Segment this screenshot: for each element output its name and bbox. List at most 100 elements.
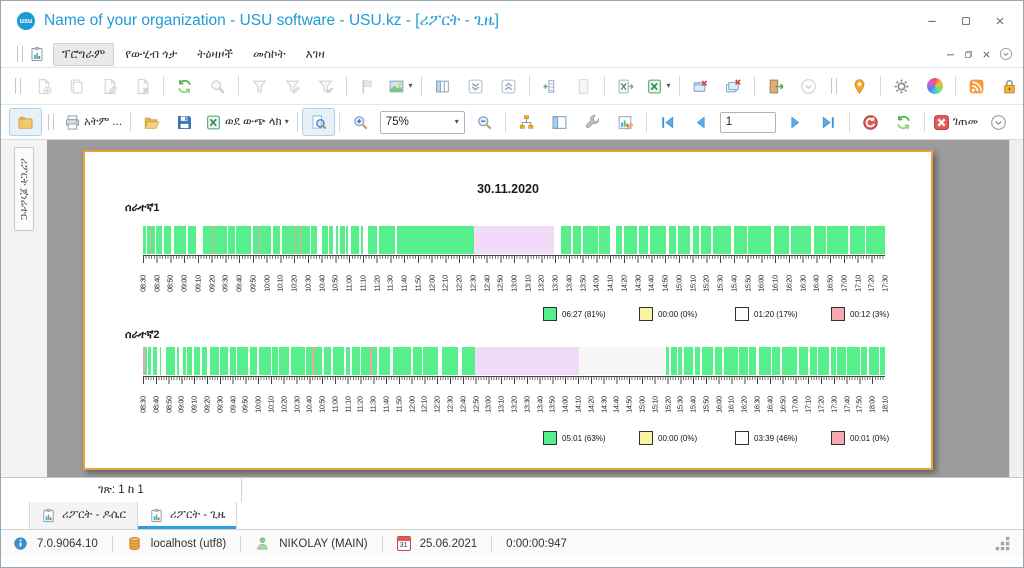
exit-button[interactable] bbox=[759, 72, 792, 100]
open-report-button[interactable] bbox=[135, 108, 168, 136]
print-button[interactable]: አትም ... bbox=[60, 108, 126, 136]
zoom-in-button[interactable] bbox=[344, 108, 377, 136]
menu-item-2[interactable]: ትዕዛዞች bbox=[188, 43, 242, 66]
left-panel-rail: ሪፖርት ጀነሬተር bbox=[1, 140, 47, 477]
report-icon bbox=[29, 46, 45, 62]
document-tab-0[interactable]: ሪፖርት - ዶሴር bbox=[29, 502, 138, 529]
settings-button[interactable] bbox=[885, 72, 918, 100]
first-page-button[interactable] bbox=[651, 108, 684, 136]
stop-icon bbox=[862, 114, 879, 131]
side-panel-tab[interactable]: ሪፖርት ጀነሬተር bbox=[14, 147, 34, 231]
rebuild-report-button[interactable] bbox=[887, 108, 920, 136]
collapse-all-button[interactable] bbox=[492, 72, 525, 100]
search-icon bbox=[209, 78, 226, 95]
columns-button[interactable] bbox=[426, 72, 459, 100]
main-toolbar: ▾ ▾ bbox=[1, 67, 1023, 104]
filter-button[interactable] bbox=[243, 72, 276, 100]
menu-item-0[interactable]: ፕሮግራም bbox=[53, 42, 115, 66]
add-record-button[interactable] bbox=[27, 72, 60, 100]
door-icon bbox=[767, 78, 784, 95]
security-button[interactable] bbox=[993, 72, 1024, 100]
close-red-icon bbox=[933, 114, 950, 131]
report-designer-button[interactable] bbox=[609, 108, 642, 136]
flag-button[interactable] bbox=[351, 72, 384, 100]
color-theme-button[interactable] bbox=[918, 72, 951, 100]
menu-item-3[interactable]: መስኮት bbox=[244, 43, 295, 66]
legend: 05:01 (63%) 00:00 (0%) 03:39 (46%) 00:01 (0… bbox=[543, 431, 903, 445]
report-preview-area[interactable]: 30.11.2020 ሰራተኛ1 08:30 08:40 08:50 09:00 09:1… bbox=[47, 140, 1009, 477]
close-button[interactable] bbox=[987, 11, 1013, 31]
page-number-input[interactable] bbox=[719, 111, 776, 133]
toolbar-grip[interactable] bbox=[48, 114, 54, 130]
zoom-out-icon bbox=[476, 114, 493, 131]
statusbar-divider bbox=[381, 535, 383, 552]
legend-label: 00:00 (0%) bbox=[658, 433, 698, 443]
delete-record-button[interactable] bbox=[126, 72, 159, 100]
print-preview-button[interactable] bbox=[301, 108, 335, 136]
toolbar-grip[interactable] bbox=[831, 78, 837, 94]
chevc-icon bbox=[800, 78, 817, 95]
toolbar-grip[interactable] bbox=[15, 78, 21, 94]
add-column-button[interactable] bbox=[534, 72, 567, 100]
save-icon bbox=[176, 114, 193, 131]
search-button[interactable] bbox=[201, 72, 234, 100]
menu-item-1[interactable]: የውሂብ ጎታ bbox=[116, 43, 186, 66]
nav-first-icon bbox=[659, 114, 676, 131]
win-x-icon bbox=[692, 78, 709, 95]
zoom-out-button[interactable] bbox=[468, 108, 501, 136]
preview-toolbar-overflow-button[interactable] bbox=[982, 108, 1015, 136]
flag-icon bbox=[359, 78, 376, 95]
next-page-button[interactable] bbox=[779, 108, 812, 136]
filter-apply-button[interactable] bbox=[309, 72, 342, 100]
menu-grip[interactable] bbox=[17, 46, 23, 62]
edit-record-button[interactable] bbox=[93, 72, 126, 100]
overflow-button[interactable] bbox=[792, 72, 825, 100]
refresh-button[interactable] bbox=[168, 72, 201, 100]
report-tree-button[interactable] bbox=[510, 108, 543, 136]
document-tab-1[interactable]: ሪፖርት - ጊዜ bbox=[137, 502, 238, 529]
close-all-windows-button[interactable] bbox=[717, 72, 750, 100]
close-window-button[interactable] bbox=[684, 72, 717, 100]
last-page-button[interactable] bbox=[812, 108, 845, 136]
document-tab-label: ሪፖርት - ጊዜ bbox=[169, 509, 226, 521]
mdi-overflow-chevron-icon[interactable] bbox=[999, 47, 1013, 61]
mdi-minimize-icon[interactable] bbox=[945, 49, 956, 60]
vertical-scrollbar[interactable] bbox=[1009, 140, 1023, 477]
blank-document-button[interactable] bbox=[567, 72, 600, 100]
rss-news-button[interactable] bbox=[960, 72, 993, 100]
zoom-level-combo[interactable]: 75% ▾ bbox=[379, 110, 465, 134]
window-title: Name of your organization - USU software… bbox=[44, 12, 499, 29]
close-preview-button[interactable]: ገጠመ bbox=[929, 108, 982, 136]
status-divider bbox=[241, 478, 242, 502]
panel-folder-button[interactable] bbox=[9, 108, 42, 136]
legend-swatch bbox=[735, 307, 749, 321]
panels-button[interactable] bbox=[543, 108, 576, 136]
minimize-button[interactable] bbox=[919, 11, 945, 31]
filter-edit-button[interactable] bbox=[276, 72, 309, 100]
menu-item-4[interactable]: እገዛ bbox=[297, 43, 334, 66]
export-button[interactable]: ወደ ውጭ ላክ ▾ bbox=[201, 108, 293, 136]
legend-item: 05:01 (63%) bbox=[543, 431, 615, 445]
report-settings-button[interactable] bbox=[576, 108, 609, 136]
maximize-button[interactable] bbox=[953, 11, 979, 31]
color-wheel-icon bbox=[926, 78, 943, 94]
open-icon bbox=[143, 114, 160, 131]
stop-button[interactable] bbox=[854, 108, 887, 136]
resize-grip-icon[interactable] bbox=[994, 535, 1011, 552]
excel-export-button[interactable]: ▾ bbox=[642, 72, 675, 100]
legend-swatch bbox=[639, 307, 653, 321]
legend-label: 00:12 (3%) bbox=[850, 309, 890, 319]
printer-icon bbox=[64, 114, 81, 131]
toolbar-separator bbox=[848, 112, 850, 132]
previous-page-button[interactable] bbox=[684, 108, 717, 136]
legend-label: 00:01 (0%) bbox=[850, 433, 890, 443]
mdi-restore-icon[interactable] bbox=[963, 49, 974, 60]
excel-import-button[interactable] bbox=[609, 72, 642, 100]
chevron-down-icon: ▾ bbox=[284, 117, 289, 126]
copy-record-button[interactable] bbox=[60, 72, 93, 100]
image-button[interactable]: ▾ bbox=[384, 72, 417, 100]
expand-all-button[interactable] bbox=[459, 72, 492, 100]
location-button[interactable] bbox=[843, 72, 876, 100]
mdi-close-icon[interactable] bbox=[981, 49, 992, 60]
save-report-button[interactable] bbox=[168, 108, 201, 136]
